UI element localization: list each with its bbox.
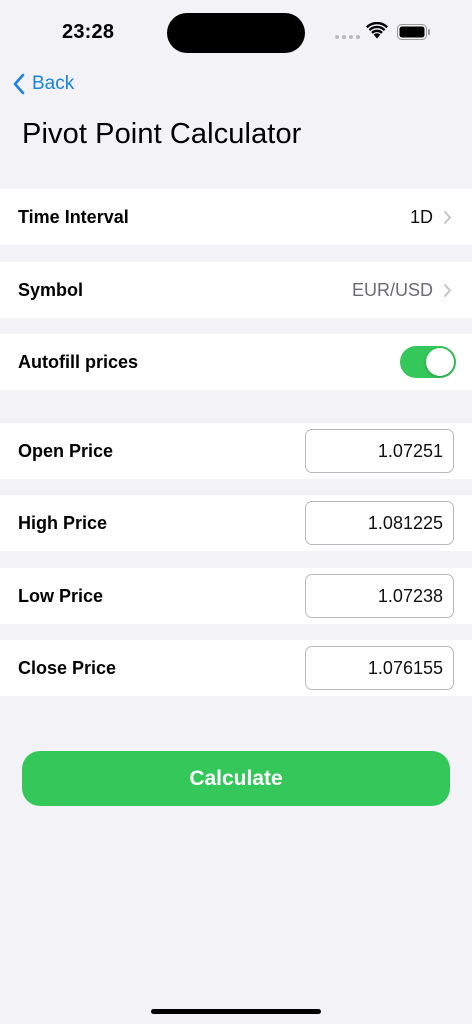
open-price-input[interactable]: [305, 429, 454, 473]
dynamic-island: [167, 13, 305, 53]
chevron-left-icon: [13, 73, 25, 95]
close-price-input[interactable]: [305, 646, 454, 690]
time-interval-value: 1D: [409, 206, 433, 227]
status-time: 23:28: [62, 21, 115, 43]
chevron-right-icon: [444, 283, 451, 297]
low-price-input[interactable]: [305, 574, 454, 618]
cellular-signal-icon: [335, 35, 360, 39]
wifi-icon: [366, 22, 388, 39]
status-bar: 23:28: [0, 0, 472, 62]
back-button[interactable]: Back: [12, 70, 74, 98]
chevron-right-icon: [444, 210, 451, 224]
page-title: Pivot Point Calculator: [22, 118, 302, 150]
low-price-row: Low Price: [0, 568, 472, 624]
close-price-row: Close Price: [0, 640, 472, 696]
pivot-point-screen: 23:28 Back Pivot Point Calculator Time I…: [0, 0, 472, 1024]
high-price-row: High Price: [0, 495, 472, 551]
calculate-button[interactable]: Calculate: [22, 751, 450, 806]
autofill-toggle[interactable]: [400, 346, 456, 378]
autofill-row: Autofill prices: [0, 334, 472, 390]
battery-icon: [397, 24, 430, 40]
back-label: Back: [32, 73, 75, 94]
symbol-value: EUR/USD: [351, 279, 433, 300]
symbol-label: Symbol: [18, 279, 84, 300]
time-interval-row[interactable]: Time Interval 1D: [0, 189, 472, 245]
autofill-label: Autofill prices: [18, 351, 139, 372]
toggle-knob: [426, 348, 454, 376]
symbol-row[interactable]: Symbol EUR/USD: [0, 262, 472, 318]
time-interval-label: Time Interval: [18, 206, 129, 227]
home-indicator: [151, 1009, 321, 1014]
open-price-row: Open Price: [0, 423, 472, 479]
high-price-input[interactable]: [305, 501, 454, 545]
